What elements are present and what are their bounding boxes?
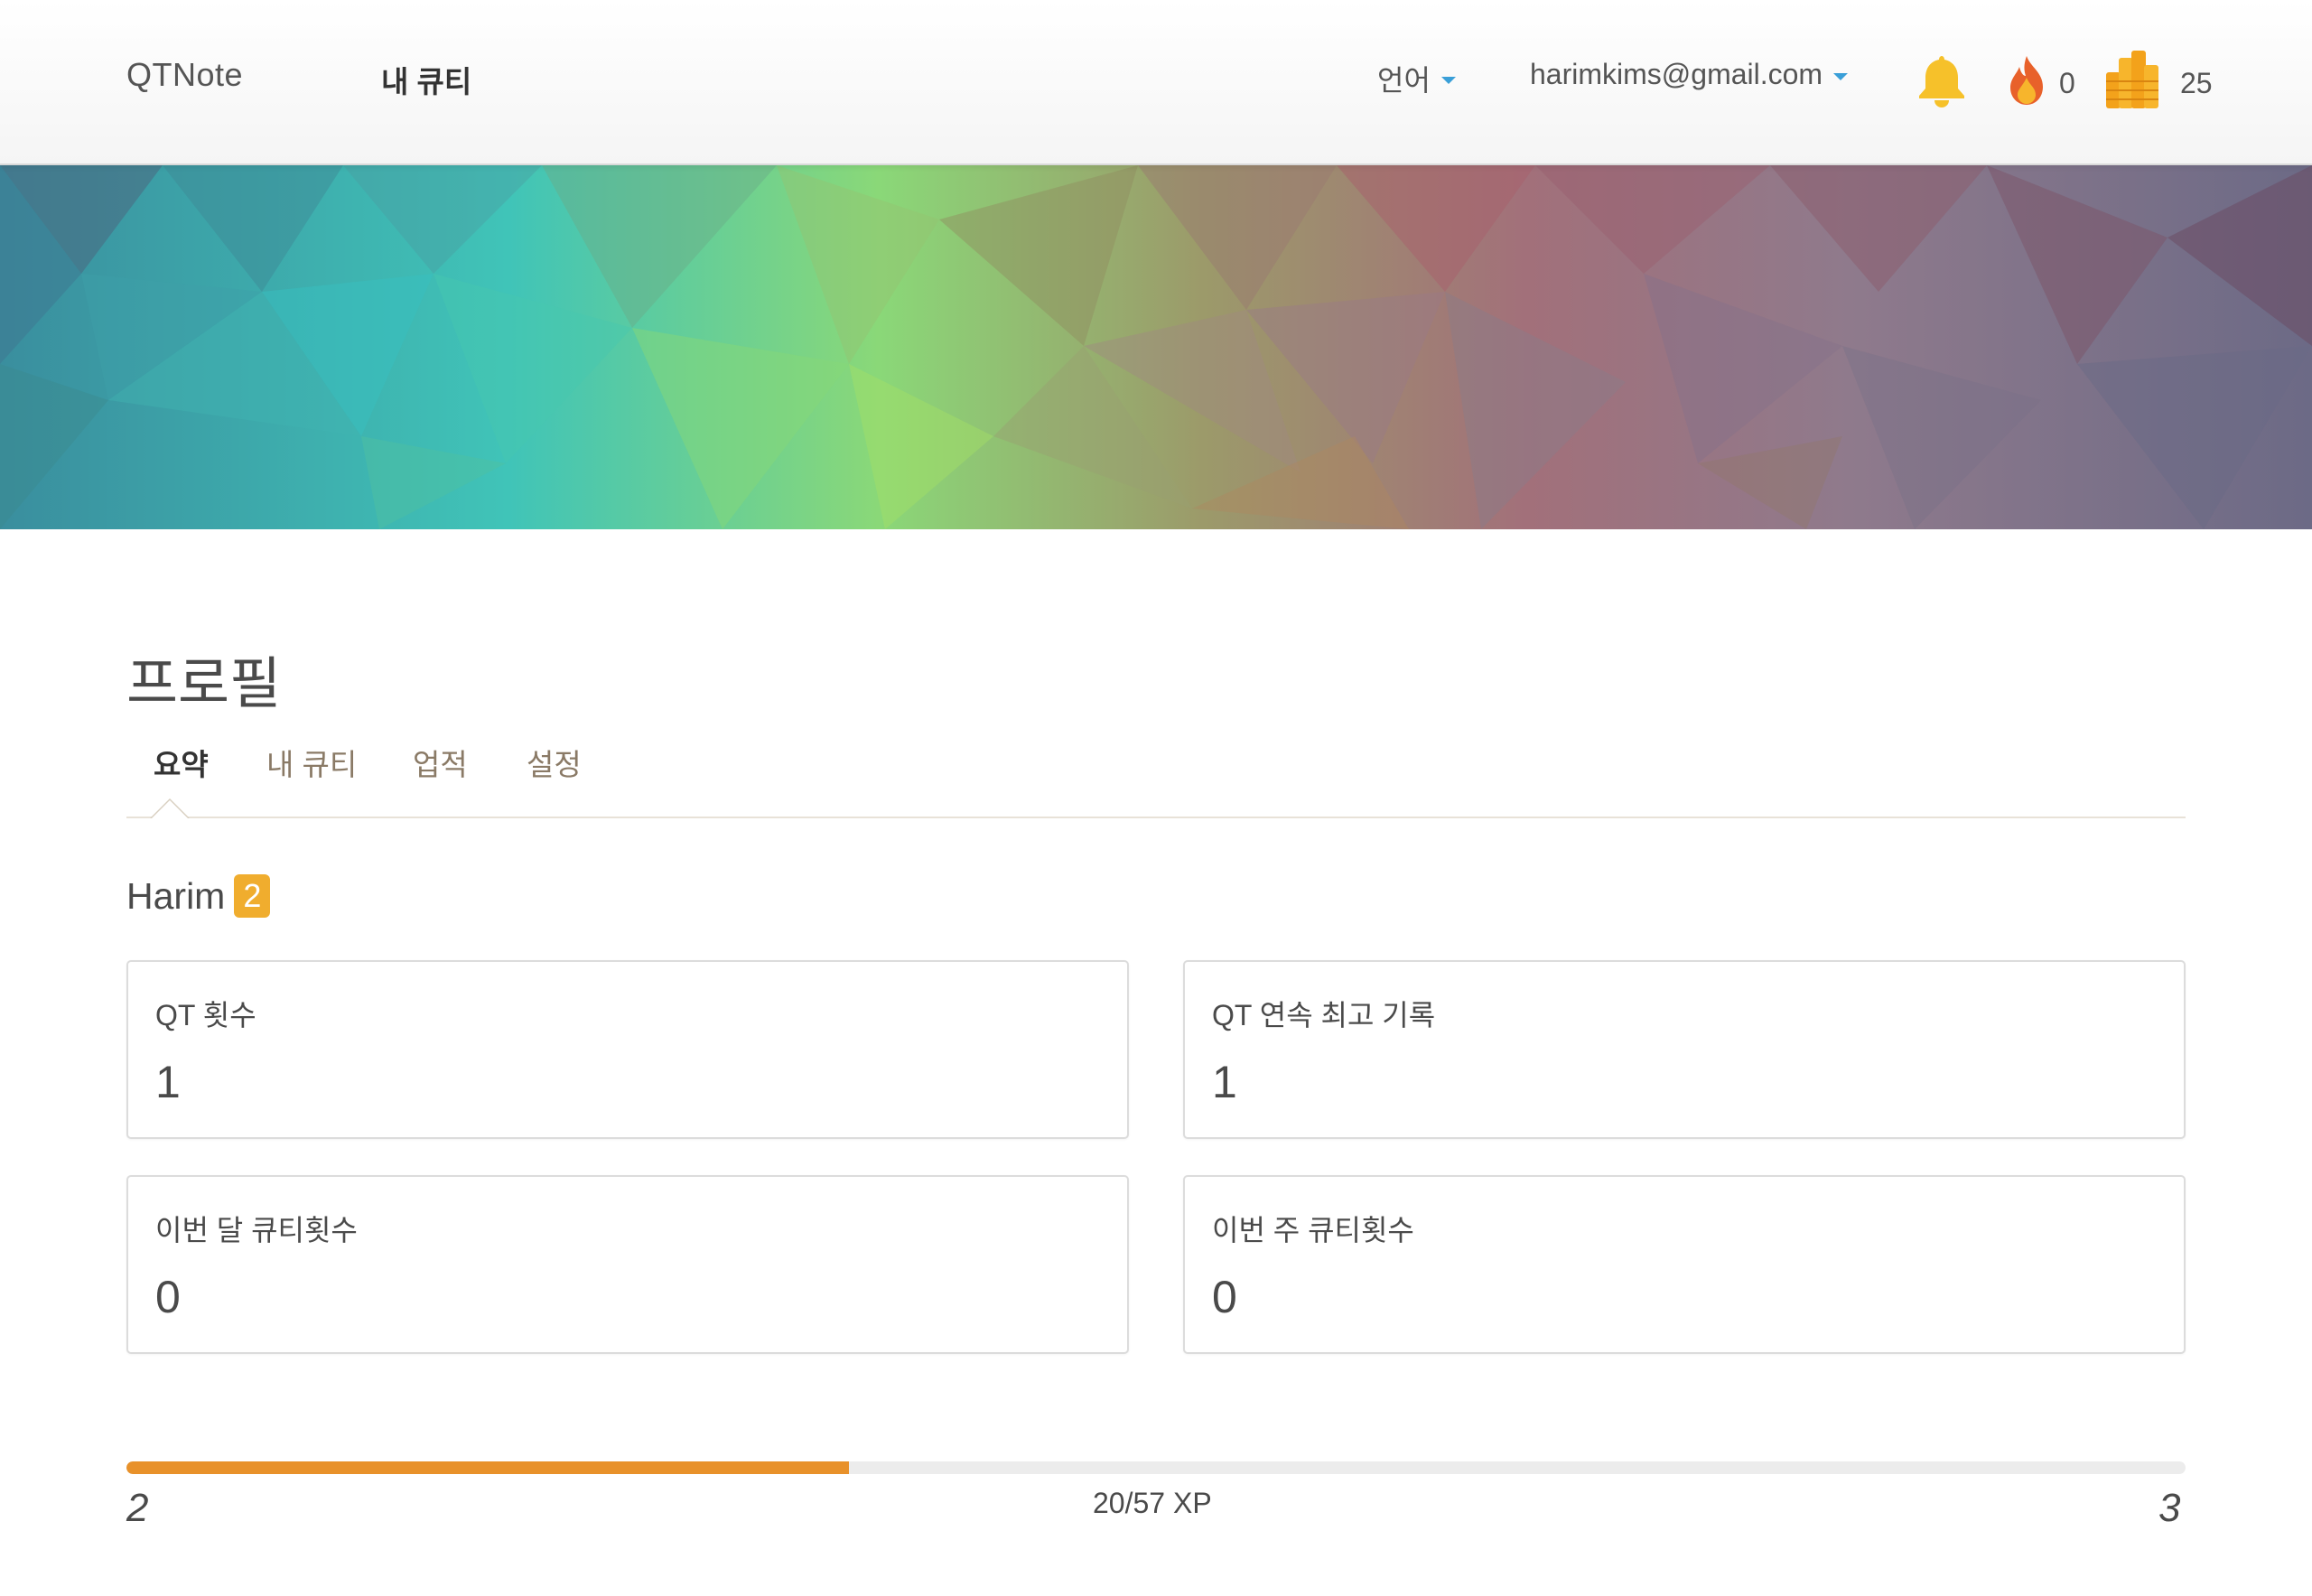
stat-value: 1: [1212, 1057, 1237, 1107]
coins-icon: [2106, 51, 2158, 108]
stat-label: QT 횟수: [155, 999, 256, 1031]
user-email: harimkims@gmail.com: [1530, 58, 1823, 90]
xp-progress-fill: [126, 1461, 849, 1474]
tab-settings[interactable]: 설정: [527, 741, 582, 784]
xp-current-level: 2: [126, 1486, 149, 1530]
coin-count: 25: [2180, 67, 2213, 99]
profile-username: Harim 2: [126, 874, 271, 918]
page: QTNote 내 큐티 언어 harimkims@gmail.com 0 25 …: [0, 0, 2312, 1596]
level-badge: 2: [234, 874, 271, 918]
tab-achievements[interactable]: 업적: [413, 741, 468, 784]
bell-icon[interactable]: [1915, 52, 1969, 108]
page-title: 프로필: [126, 653, 282, 715]
fire-icon: [2010, 56, 2043, 105]
stat-card-qt-count: QT 횟수 1: [126, 960, 1129, 1139]
stat-label: 이번 주 큐티횟수: [1212, 1214, 1414, 1246]
tab-my-qt[interactable]: 내 큐티: [266, 741, 357, 784]
stat-card-month-count: 이번 달 큐티횟수 0: [126, 1175, 1129, 1354]
chevron-down-icon: [1440, 77, 1456, 84]
profile-tabs: 요약 내 큐티 업적 설정: [126, 741, 2186, 818]
chevron-down-icon: [1833, 72, 1849, 80]
stat-label: QT 연속 최고 기록: [1212, 999, 1436, 1031]
profile-banner: [0, 165, 2312, 529]
stat-value: 1: [155, 1057, 181, 1107]
lowpoly-pattern: [0, 165, 2312, 529]
xp-next-level: 3: [2158, 1486, 2181, 1530]
tab-summary[interactable]: 요약: [154, 741, 209, 784]
stat-value: 0: [155, 1272, 181, 1322]
username-text: Harim: [126, 874, 226, 917]
language-label: 언어: [1377, 64, 1431, 97]
brand-logo[interactable]: QTNote: [126, 56, 243, 94]
stat-value: 0: [1212, 1272, 1237, 1322]
stat-card-best-streak: QT 연속 최고 기록 1: [1183, 960, 2186, 1139]
xp-text: 20/57 XP: [1093, 1487, 1212, 1519]
stat-label: 이번 달 큐티횟수: [155, 1214, 358, 1246]
user-dropdown[interactable]: harimkims@gmail.com: [1530, 58, 1849, 91]
top-navbar: QTNote 내 큐티 언어 harimkims@gmail.com 0 25: [0, 0, 2312, 165]
nav-link-my-qt[interactable]: 내 큐티: [381, 58, 471, 101]
xp-progress-bar: [126, 1461, 2186, 1474]
language-dropdown[interactable]: 언어: [1377, 58, 1456, 99]
streak-count: 0: [2059, 67, 2075, 99]
stat-card-week-count: 이번 주 큐티횟수 0: [1183, 1175, 2186, 1354]
